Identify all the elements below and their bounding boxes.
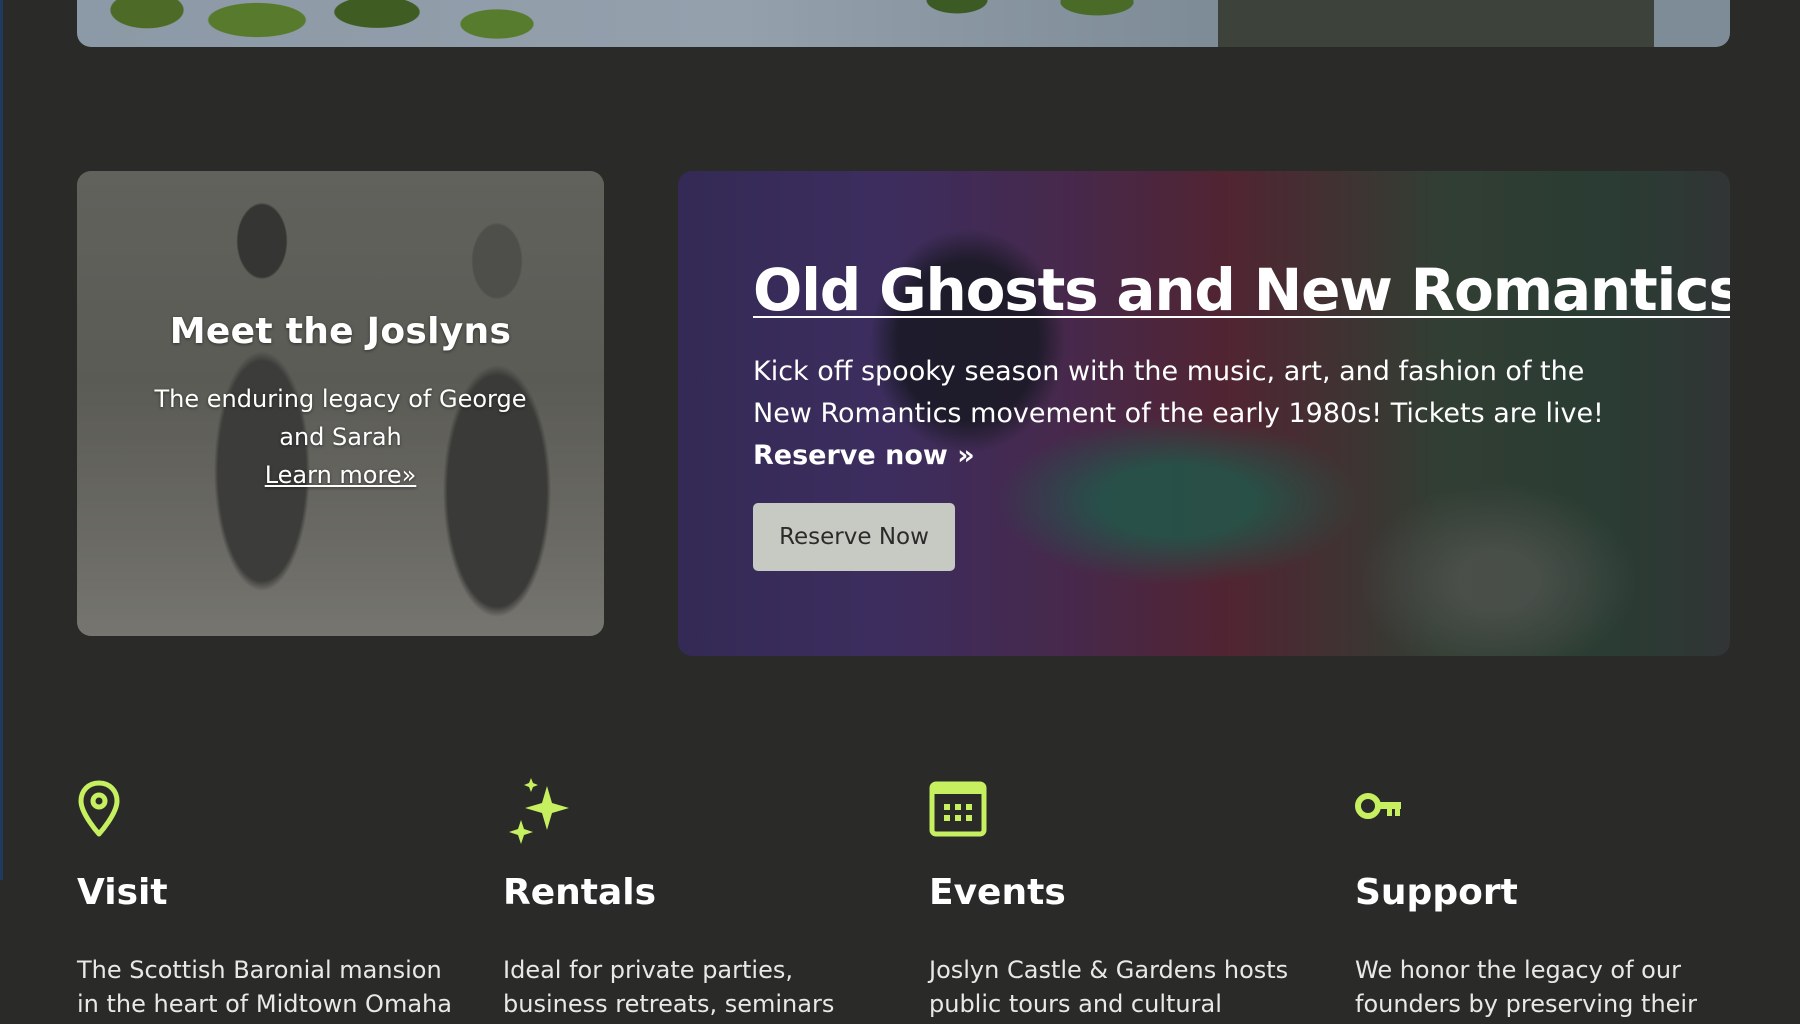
left-window-edge	[0, 0, 3, 880]
feature-support[interactable]: Support We honor the legacy of our found…	[1355, 780, 1735, 1021]
feature-text: We honor the legacy of our founders by p…	[1355, 956, 1697, 1018]
meet-joslyns-title: Meet the Joslyns	[169, 311, 512, 352]
feature-text: The Scottish Baronial mansion in the hea…	[77, 956, 452, 1018]
key-icon	[1355, 780, 1735, 860]
feature-events[interactable]: Events Joslyn Castle & Gardens hosts pub…	[929, 780, 1309, 1021]
meet-joslyns-description: The enduring legacy of George and Sarah	[154, 385, 527, 451]
feature-title: Rentals	[503, 872, 657, 913]
event-title-link[interactable]: Old Ghosts and New Romantics	[753, 255, 1730, 325]
feature-visit[interactable]: Visit The Scottish Baronial mansion in t…	[77, 780, 457, 1021]
feature-rentals[interactable]: Rentals Ideal for private parties, busin…	[503, 778, 883, 1021]
event-description-text: Kick off spooky season with the music, a…	[753, 356, 1604, 429]
event-description: Kick off spooky season with the music, a…	[753, 351, 1633, 477]
sparkles-icon	[503, 778, 883, 860]
feature-text: Joslyn Castle & Gardens hosts public tou…	[929, 956, 1289, 1018]
feature-title: Support	[1355, 872, 1518, 913]
tree-foliage-image	[77, 0, 557, 47]
event-card-content: Old Ghosts and New Romantics Kick off sp…	[753, 255, 1730, 571]
feature-title: Events	[929, 872, 1066, 913]
tree-foliage-image-right	[897, 0, 1197, 30]
hero-overlay-panel	[1218, 0, 1654, 47]
hero-image-strip	[77, 0, 1730, 47]
meet-joslyns-card[interactable]: Meet the Joslyns The enduring legacy of …	[77, 171, 604, 636]
learn-more-link[interactable]: Learn more»	[265, 456, 417, 494]
reserve-now-button[interactable]: Reserve Now	[753, 503, 955, 571]
reserve-now-inline-link[interactable]: Reserve now »	[753, 440, 975, 471]
feature-text: Ideal for private parties, business retr…	[503, 956, 835, 1018]
event-card-old-ghosts: Old Ghosts and New Romantics Kick off sp…	[678, 171, 1730, 656]
meet-joslyns-content: Meet the Joslyns The enduring legacy of …	[77, 311, 604, 494]
feature-title: Visit	[77, 872, 168, 913]
calendar-icon	[929, 780, 1309, 860]
features-row: Visit The Scottish Baronial mansion in t…	[77, 778, 1730, 1024]
map-pin-icon	[77, 780, 457, 860]
